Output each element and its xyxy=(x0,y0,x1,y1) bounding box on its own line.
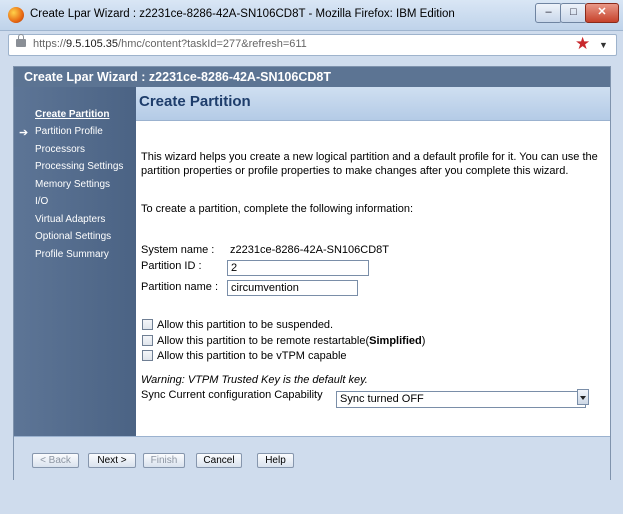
partition-name-field[interactable] xyxy=(227,280,358,296)
remote-restart-label: Allow this partition to be remote restar… xyxy=(157,335,426,347)
sidebar-item-profile-summary[interactable]: Profile Summary xyxy=(35,249,109,260)
sidebar-item-virtual-adapters[interactable]: Virtual Adapters xyxy=(35,214,105,225)
url-bar[interactable]: https://9.5.105.35/hmc/content?taskId=27… xyxy=(8,34,617,56)
close-window-button[interactable]: ✕ xyxy=(585,3,619,23)
url-text[interactable]: https://9.5.105.35/hmc/content?taskId=27… xyxy=(33,38,307,50)
suspend-checkbox[interactable] xyxy=(142,319,153,330)
sidebar-item-memory-settings[interactable]: Memory Settings xyxy=(35,179,110,190)
lock-icon xyxy=(16,34,26,47)
current-step-arrow-icon: ➔ xyxy=(19,127,29,139)
sidebar-item-partition-profile[interactable]: Partition Profile xyxy=(35,126,103,137)
instruction-text: To create a partition, complete the foll… xyxy=(141,203,414,215)
sidebar-item-processors[interactable]: Processors xyxy=(35,144,85,155)
sidebar-item-io[interactable]: I/O xyxy=(35,196,48,207)
partition-id-field[interactable] xyxy=(227,260,369,276)
url-dropdown-icon[interactable]: ▼ xyxy=(599,35,608,55)
wizard-footer: < Back Next > Finish Cancel Help xyxy=(14,436,610,480)
dialog-title: Create Lpar Wizard : z2231ce-8286-42A-SN… xyxy=(14,67,610,87)
minimize-button[interactable]: – xyxy=(535,3,562,23)
suspend-label: Allow this partition to be suspended. xyxy=(157,319,334,331)
firefox-logo-icon xyxy=(8,7,24,23)
vtpm-label: Allow this partition to be vTPM capable xyxy=(157,350,347,362)
finish-button[interactable]: Finish xyxy=(143,453,185,468)
sidebar-item-create-partition[interactable]: Create Partition xyxy=(35,109,109,120)
vtpm-checkbox[interactable] xyxy=(142,350,153,361)
next-button[interactable]: Next > xyxy=(88,453,136,468)
content-header: Create Partition xyxy=(136,87,610,121)
wizard-dialog: Create Lpar Wizard : z2231ce-8286-42A-SN… xyxy=(13,66,611,480)
bookmark-star-icon[interactable]: ★ xyxy=(575,34,590,54)
wizard-sidebar: ➔ Create Partition Partition Profile Pro… xyxy=(14,87,136,436)
back-button[interactable]: < Back xyxy=(32,453,79,468)
sidebar-item-optional-settings[interactable]: Optional Settings xyxy=(35,231,111,242)
sync-capability-select[interactable]: Sync turned OFF xyxy=(336,391,586,408)
sync-dropdown-icon[interactable] xyxy=(577,389,589,405)
window-title: Create Lpar Wizard : z2231ce-8286-42A-SN… xyxy=(30,8,455,20)
partition-name-label: Partition name : xyxy=(141,281,219,293)
partition-id-label: Partition ID : xyxy=(141,260,202,272)
warning-text: Warning: VTPM Trusted Key is the default… xyxy=(141,374,368,386)
system-name-value: z2231ce-8286-42A-SN106CD8T xyxy=(230,244,389,256)
page-title: Create Partition xyxy=(139,93,251,110)
wizard-content: Create Partition This wizard helps you c… xyxy=(136,87,610,436)
intro-text: This wizard helps you create a new logic… xyxy=(141,151,598,177)
sidebar-item-processing-settings[interactable]: Processing Settings xyxy=(35,161,123,172)
system-name-label: System name : xyxy=(141,244,215,256)
sync-capability-label: Sync Current configuration Capability xyxy=(141,389,323,401)
window-titlebar: Create Lpar Wizard : z2231ce-8286-42A-SN… xyxy=(0,0,623,31)
maximize-button[interactable]: □ xyxy=(560,3,587,23)
remote-restart-checkbox[interactable] xyxy=(142,335,153,346)
cancel-button[interactable]: Cancel xyxy=(196,453,242,468)
help-button[interactable]: Help xyxy=(257,453,294,468)
